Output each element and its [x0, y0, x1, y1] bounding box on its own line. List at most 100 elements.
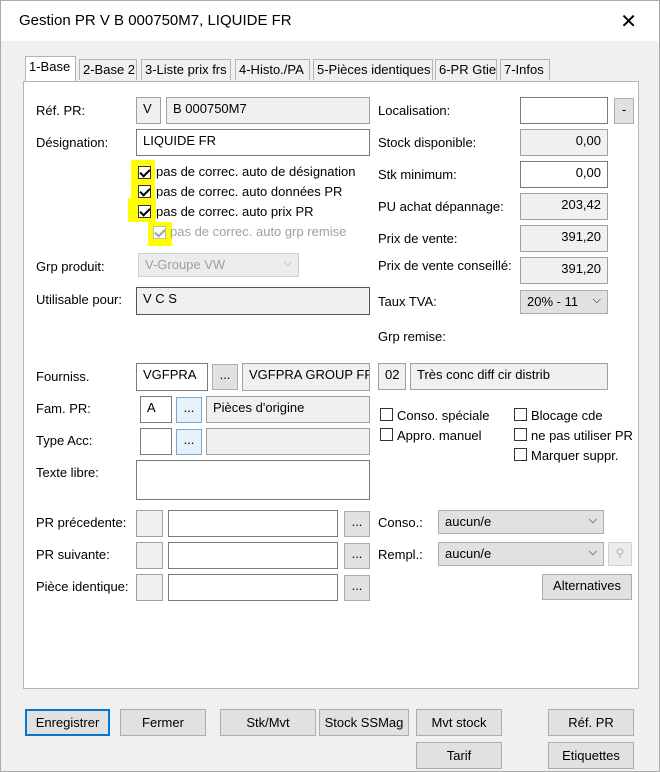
checkbox-label: pas de correc. auto grp remise: [170, 224, 347, 239]
tab-base[interactable]: 1-Base: [25, 56, 76, 81]
chevron-down-icon: ⌵: [592, 294, 601, 306]
piece-identique-browse-button[interactable]: ...: [344, 575, 370, 601]
ref-pr-prefix-field: V: [136, 97, 161, 124]
checkbox-no-auto-grp-remise: [153, 226, 166, 239]
fam-pr-browse-button[interactable]: ...: [176, 397, 202, 423]
localisation-button[interactable]: -: [614, 98, 634, 124]
pr-suivante-browse-button[interactable]: ...: [344, 543, 370, 569]
prix-conseille-field: 391,20: [520, 257, 608, 284]
localisation-label: Localisation:: [378, 103, 451, 118]
piece-identique-prefix-field: [136, 574, 163, 601]
mvt-stock-button[interactable]: Mvt stock: [416, 709, 502, 736]
taux-tva-value: 20% - 11: [527, 294, 579, 309]
type-acc-browse-button[interactable]: ...: [176, 429, 202, 455]
window-title: Gestion PR V B 000750M7, LIQUIDE FR: [19, 12, 292, 29]
tab-infos[interactable]: 7-Infos: [500, 59, 550, 80]
stk-minimum-label: Stk minimum:: [378, 167, 457, 182]
stock-disponible-field: 0,00: [520, 129, 608, 156]
pr-suivante-label: PR suivante:: [36, 547, 110, 562]
pr-precedente-prefix-field: [136, 510, 163, 537]
dialog-window: Gestion PR V B 000750M7, LIQUIDE FR ✕ 1-…: [0, 0, 660, 772]
checkbox-conso-speciale[interactable]: [380, 408, 393, 421]
pr-precedente-browse-button[interactable]: ...: [344, 511, 370, 537]
conso-value: aucun/e: [445, 514, 492, 529]
pr-suivante-field[interactable]: [168, 542, 338, 569]
etiquettes-button[interactable]: Etiquettes: [548, 742, 634, 769]
fam-pr-label: Fam. PR:: [36, 401, 91, 416]
rempl-label: Rempl.:: [378, 547, 423, 562]
grp-remise-code-field: 02: [378, 363, 406, 390]
texte-libre-label: Texte libre:: [36, 465, 99, 480]
taux-tva-select[interactable]: 20% - 11 ⌵: [520, 290, 608, 314]
rempl-select[interactable]: aucun/e ⌵: [438, 542, 604, 566]
pr-precedente-field[interactable]: [168, 510, 338, 537]
fourniss-browse-button[interactable]: ...: [212, 364, 238, 390]
checkbox-label: pas de correc. auto données PR: [156, 184, 343, 199]
pr-suivante-prefix-field: [136, 542, 163, 569]
stock-ssmag-button[interactable]: Stock SSMag: [319, 709, 409, 736]
prix-vente-label: Prix de vente:: [378, 231, 458, 246]
conso-label: Conso.:: [378, 515, 423, 530]
checkbox-label: Appro. manuel: [397, 428, 482, 443]
checkbox-ne-pas-utiliser-pr[interactable]: [514, 428, 527, 441]
stk-mvt-button[interactable]: Stk/Mvt: [220, 709, 316, 736]
fermer-button[interactable]: Fermer: [120, 709, 206, 736]
taux-tva-label: Taux TVA:: [378, 294, 437, 309]
checkbox-no-auto-designation[interactable]: [138, 166, 151, 179]
chevron-down-icon: ⌵: [588, 546, 597, 558]
stock-disponible-label: Stock disponible:: [378, 135, 477, 150]
fam-pr-code-field[interactable]: A: [140, 396, 172, 423]
fam-pr-name-field: Pièces d'origine: [206, 396, 370, 423]
piece-identique-label: Pièce identique:: [36, 579, 129, 594]
utilisable-field: V C S: [136, 287, 370, 315]
checkbox-label: Blocage cde: [531, 408, 603, 423]
texte-libre-field[interactable]: [136, 460, 370, 500]
ref-pr-field: B 000750M7: [166, 97, 370, 124]
fourniss-label: Fourniss.: [36, 369, 90, 384]
conso-select[interactable]: aucun/e ⌵: [438, 510, 604, 534]
enregistrer-button[interactable]: Enregistrer: [25, 709, 110, 736]
checkbox-label: pas de correc. auto prix PR: [156, 204, 314, 219]
tab-liste-prix-frs[interactable]: 3-Liste prix frs: [141, 59, 231, 80]
checkbox-no-auto-prix[interactable]: [138, 205, 151, 218]
grp-produit-select: V-Groupe VW ⌵: [138, 253, 299, 277]
designation-field[interactable]: LIQUIDE FR: [136, 129, 370, 156]
type-acc-code-field[interactable]: [140, 428, 172, 455]
grp-produit-label: Grp produit:: [36, 259, 105, 274]
checkbox-label: pas de correc. auto de désignation: [156, 164, 356, 179]
type-acc-name-field: [206, 428, 370, 455]
pu-achat-label: PU achat dépannage:: [378, 199, 504, 214]
checkbox-marquer-suppr[interactable]: [514, 448, 527, 461]
tab-pr-gtie[interactable]: 6-PR Gtie: [435, 59, 497, 80]
piece-identique-field[interactable]: [168, 574, 338, 601]
key-icon: ⚲: [615, 546, 625, 560]
ref-pr-button[interactable]: Réf. PR: [548, 709, 634, 736]
pr-precedente-label: PR précedente:: [36, 515, 127, 530]
type-acc-label: Type Acc:: [36, 433, 93, 448]
utilisable-label: Utilisable pour:: [36, 292, 122, 307]
tab-panel-base: Réf. PR: V B 000750M7 Désignation: LIQUI…: [23, 81, 639, 689]
rempl-action-button: ⚲: [608, 542, 632, 566]
prix-conseille-label: Prix de vente conseillé:: [378, 258, 512, 273]
grp-remise-name-field: Très conc diff cir distrib: [410, 363, 608, 390]
checkbox-blocage-cde[interactable]: [514, 408, 527, 421]
rempl-value: aucun/e: [445, 546, 492, 561]
prix-vente-field: 391,20: [520, 225, 608, 252]
tab-pieces-identiques[interactable]: 5-Pièces identiques: [313, 59, 433, 80]
fourniss-code-field[interactable]: VGFPRA: [136, 363, 208, 391]
localisation-field[interactable]: [520, 97, 608, 124]
tab-base-2[interactable]: 2-Base 2: [79, 59, 137, 80]
chevron-down-icon: ⌵: [588, 514, 597, 526]
checkbox-no-auto-donnees[interactable]: [138, 185, 151, 198]
checkbox-label: Marquer suppr.: [531, 448, 619, 463]
title-bar: Gestion PR V B 000750M7, LIQUIDE FR ✕: [1, 1, 659, 41]
stk-minimum-field[interactable]: 0,00: [520, 161, 608, 188]
tab-histo-pa[interactable]: 4-Histo./PA: [235, 59, 310, 80]
pu-achat-field: 203,42: [520, 193, 608, 220]
checkbox-appro-manuel[interactable]: [380, 428, 393, 441]
alternatives-button[interactable]: Alternatives: [542, 574, 632, 600]
tarif-button[interactable]: Tarif: [416, 742, 502, 769]
fourniss-name-field: VGFPRA GROUP FRA: [242, 363, 370, 391]
grp-produit-value: V-Groupe VW: [145, 257, 226, 272]
close-icon[interactable]: ✕: [620, 9, 637, 34]
